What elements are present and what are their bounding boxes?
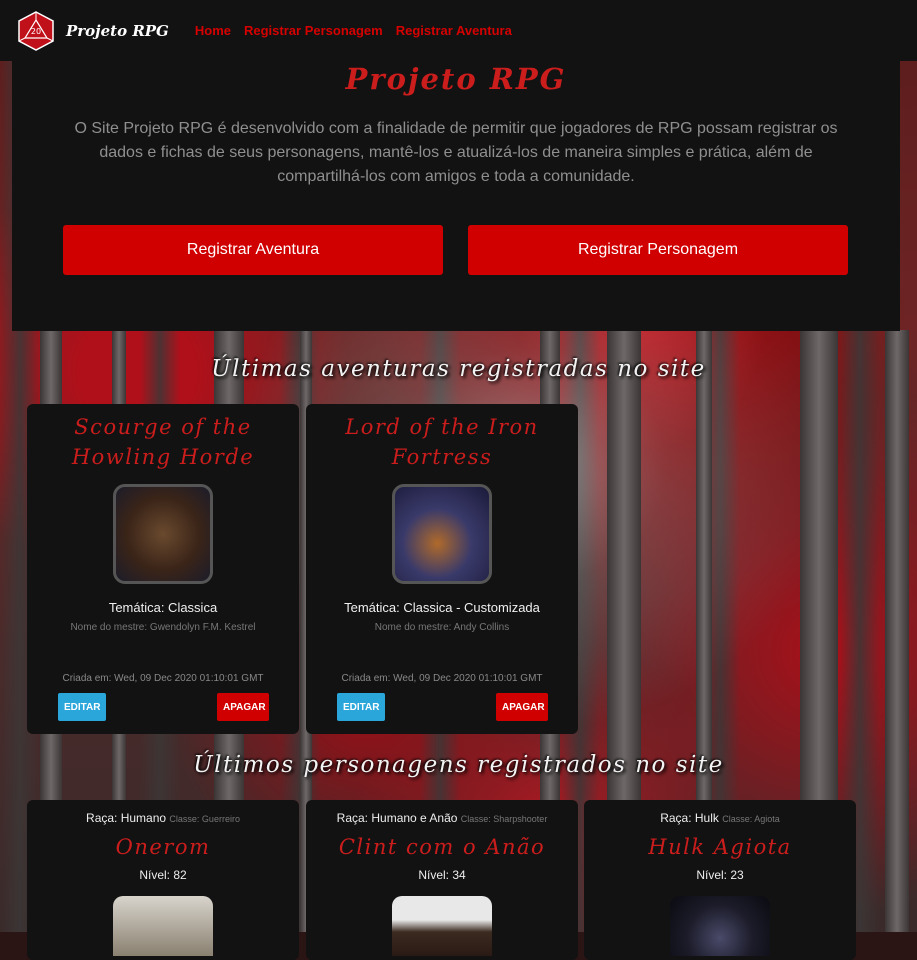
- adventure-title: Scourge of the Howling Horde: [71, 415, 255, 469]
- adventure-title: Lord of the Iron Fortress: [345, 415, 539, 469]
- character-class: Classe: Sharpshooter: [460, 814, 548, 824]
- character-avatar: [392, 896, 492, 956]
- character-card: Raça: Hulk Classe: Agiota Hulk Agiota Ní…: [584, 800, 856, 960]
- character-card: Raça: Humano Classe: Guerreiro Onerom Ní…: [27, 800, 299, 960]
- character-avatar: [113, 896, 213, 956]
- nav-link-home[interactable]: Home: [195, 23, 231, 38]
- hero-description: O Site Projeto RPG é desenvolvido com a …: [74, 120, 838, 185]
- delete-button[interactable]: APAGAR: [496, 693, 548, 721]
- adventure-master: Nome do mestre: Gwendolyn F.M. Kestrel: [70, 622, 256, 633]
- nav-link-registrar-personagem[interactable]: Registrar Personagem: [244, 23, 383, 38]
- navbar: 20 Projeto RPG Home Registrar Personagem…: [0, 0, 917, 61]
- hero-buttons: Registrar Aventura Registrar Personagem: [63, 225, 848, 275]
- adventure-master: Nome do mestre: Andy Collins: [374, 622, 510, 633]
- adventure-created-date: Criada em: Wed, 09 Dec 2020 01:10:01 GMT: [62, 673, 264, 684]
- character-card: Raça: Humano e Anão Classe: Sharpshooter…: [306, 800, 578, 960]
- character-class: Classe: Agiota: [722, 814, 780, 824]
- character-class: Classe: Guerreiro: [169, 814, 240, 824]
- characters-heading: Últimos personagens registrados no site: [193, 752, 724, 778]
- character-name: Hulk Agiota: [648, 835, 792, 859]
- character-avatar: [670, 896, 770, 956]
- character-level: Nível: 34: [418, 868, 466, 882]
- edit-button[interactable]: EDITAR: [337, 693, 385, 721]
- character-level: Nível: 82: [139, 868, 187, 882]
- hero-panel: Projeto RPG O Site Projeto RPG é desenvo…: [12, 61, 900, 331]
- delete-button[interactable]: APAGAR: [217, 693, 269, 721]
- svg-text:20: 20: [31, 27, 41, 36]
- nav-links: Home Registrar Personagem Registrar Aven…: [195, 23, 512, 38]
- adventure-created-date: Criada em: Wed, 09 Dec 2020 01:10:01 GMT: [341, 673, 543, 684]
- character-name: Clint com o Anão: [338, 835, 546, 859]
- character-level: Nível: 23: [696, 868, 744, 882]
- nav-link-registrar-aventura[interactable]: Registrar Aventura: [396, 23, 512, 38]
- adventure-cover-image: [113, 484, 213, 584]
- adventures-heading: Últimas aventuras registradas no site: [211, 356, 706, 382]
- brand-name[interactable]: Projeto RPG: [66, 22, 169, 40]
- character-race: Raça: Hulk: [660, 811, 719, 825]
- hero-title: Projeto RPG: [345, 62, 567, 96]
- character-race: Raça: Humano e Anão: [336, 811, 458, 825]
- adventure-cover-image: [392, 484, 492, 584]
- adventure-card: Lord of the Iron Fortress Temática: Clas…: [306, 404, 578, 734]
- character-race: Raça: Humano: [86, 811, 167, 825]
- adventure-theme: Temática: Classica: [108, 600, 218, 615]
- character-name: Onerom: [115, 835, 211, 859]
- adventure-theme: Temática: Classica - Customizada: [344, 600, 540, 615]
- d20-logo-icon[interactable]: 20: [16, 10, 56, 51]
- register-adventure-button[interactable]: Registrar Aventura: [63, 225, 443, 275]
- adventure-card: Scourge of the Howling Horde Temática: C…: [27, 404, 299, 734]
- edit-button[interactable]: EDITAR: [58, 693, 106, 721]
- register-character-button[interactable]: Registrar Personagem: [468, 225, 848, 275]
